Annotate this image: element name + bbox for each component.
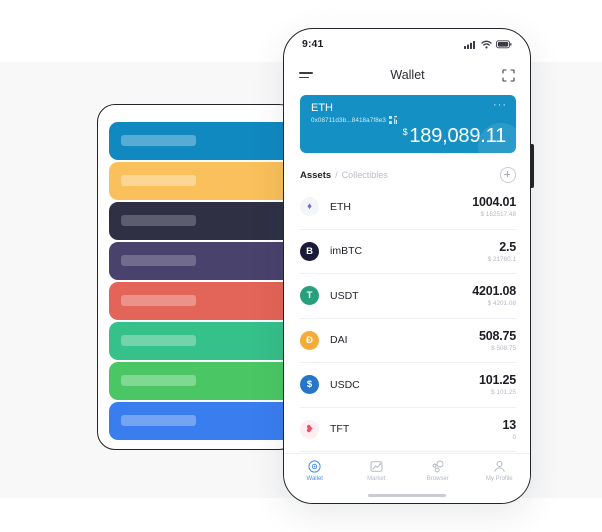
balance-amount: $ 189,089.11 (402, 125, 507, 148)
skeleton-card[interactable]: ⚛ (109, 202, 296, 240)
skeleton-bar (121, 175, 196, 186)
skeleton-card-list: ◆B⚛◇△NBŁ (109, 122, 296, 442)
scan-icon[interactable] (502, 68, 515, 82)
token-fiat-value: $ 101.25 (491, 389, 516, 397)
token-icon: Đ (300, 330, 319, 350)
skeleton-bar (121, 135, 196, 146)
balance-value: 189,089.11 (409, 125, 506, 147)
hamburger-icon[interactable] (299, 71, 313, 79)
token-amount: 4201.08 (472, 284, 516, 299)
token-symbol: imBTC (330, 245, 363, 258)
asset-row[interactable]: ♦ ETH 1004.01 $ 162517.48 (300, 185, 516, 230)
skeleton-card[interactable]: B (109, 362, 296, 400)
token-fiat-value: $ 508.75 (491, 344, 516, 352)
token-values: 508.75 $ 508.75 (479, 329, 516, 352)
token-amount: 13 (502, 417, 516, 432)
card-more-icon[interactable]: ··· (493, 100, 507, 111)
asset-tabs: Assets / Collectibles (300, 167, 516, 183)
phone-mockup: 9:41 Wallet ETH 0x08711d3b...8418a7f8e3 … (283, 28, 531, 504)
asset-row[interactable]: $ USDC 101.25 $ 101.25 (300, 363, 516, 408)
wallet-icon (308, 460, 321, 473)
token-symbol: TFT (330, 423, 350, 436)
signal-icon (464, 40, 475, 49)
add-token-button[interactable] (500, 167, 516, 183)
wifi-icon (481, 40, 492, 48)
tabbar-item-wallet[interactable]: Wallet (284, 460, 346, 482)
token-fiat-value: $ 162517.48 (480, 211, 516, 219)
tabbar-item-browser[interactable]: Browser (407, 460, 469, 482)
token-fiat-value: $ 4201.08 (487, 300, 516, 308)
status-bar: 9:41 (284, 29, 530, 59)
skeleton-card[interactable]: N (109, 322, 296, 360)
status-time: 9:41 (302, 38, 324, 50)
token-values: 101.25 $ 101.25 (479, 373, 516, 396)
tabbar-label: My Profile (485, 476, 513, 482)
tab-collectibles[interactable]: Collectibles (342, 170, 388, 180)
skeleton-bar (121, 335, 196, 346)
token-fiat-value: $ 21760.1 (487, 255, 516, 263)
token-amount: 101.25 (478, 373, 516, 388)
token-symbol: DAI (330, 334, 348, 347)
skeleton-bar (121, 415, 196, 426)
tabbar-item-my-profile[interactable]: My Profile (469, 460, 531, 482)
page-title: Wallet (390, 68, 425, 82)
asset-row[interactable]: T USDT 4201.08 $ 4201.08 (300, 274, 516, 319)
asset-row[interactable]: BimBTC 2.5 $ 21760.1 (300, 230, 517, 274)
app-header: Wallet (284, 61, 530, 89)
tabbar-item-market[interactable]: Market (346, 460, 408, 482)
asset-list: ♦ ETH 1004.01 $ 162517.48 BimBTC 2.5 $ 21760.1… (300, 185, 516, 452)
market-icon (370, 461, 383, 472)
skeleton-bar (121, 255, 196, 266)
currency-symbol: $ (402, 127, 408, 137)
status-icons (464, 39, 512, 49)
balance-card[interactable]: ETH 0x08711d3b...8418a7f8e3 ··· $ 189,08… (300, 95, 516, 153)
asset-row[interactable]: Đ DAI 508.75 $ 508.75 (300, 319, 516, 363)
skeleton-card[interactable]: B (109, 162, 296, 200)
skeleton-bar (121, 295, 196, 306)
token-icon: ❥ (300, 419, 319, 439)
home-indicator (368, 493, 446, 497)
skeleton-card[interactable]: ◆ (109, 122, 296, 160)
asset-row[interactable]: ❥ TFT 13 0 (300, 408, 516, 452)
token-values: 13 0 (502, 418, 516, 441)
profile-icon (494, 461, 505, 472)
wallet-address[interactable]: 0x08711d3b...8418a7f8e3 (311, 117, 386, 124)
token-icon: T (300, 286, 319, 306)
battery-icon (496, 39, 512, 48)
tab-assets[interactable]: Assets (300, 170, 331, 181)
browser-icon (432, 460, 444, 473)
token-amount: 508.75 (478, 328, 516, 343)
token-icon: B (300, 241, 319, 261)
token-values: 4201.08 $ 4201.08 (472, 284, 516, 307)
token-symbol: USDC (330, 378, 360, 391)
token-icon: $ (300, 375, 319, 395)
token-amount: 1004.01 (472, 195, 516, 210)
skeleton-card[interactable]: △ (109, 282, 296, 320)
token-icon: ♦ (300, 197, 319, 217)
token-fiat-value: 0 (512, 433, 516, 441)
token-symbol: USDT (330, 289, 359, 302)
tabbar-label: Browser (426, 476, 449, 482)
tab-separator: / (335, 170, 338, 180)
skeleton-card[interactable]: Ł (109, 402, 296, 440)
skeleton-bar (121, 375, 196, 386)
tabbar-label: Market (367, 476, 386, 482)
skeleton-bar (121, 215, 196, 226)
token-values: 2.5 $ 21760.1 (487, 239, 517, 263)
card-network-label: ETH (311, 102, 333, 114)
qr-code-icon[interactable] (389, 116, 397, 124)
token-symbol: ETH (330, 200, 351, 213)
token-values: 1004.01 $ 162517.48 (472, 195, 516, 218)
skeleton-card-panel: ◆B⚛◇△NBŁ (97, 104, 297, 450)
skeleton-card[interactable]: ◇ (109, 242, 296, 280)
tabbar-label: Wallet (306, 476, 323, 482)
token-amount: 2.5 (499, 239, 516, 254)
